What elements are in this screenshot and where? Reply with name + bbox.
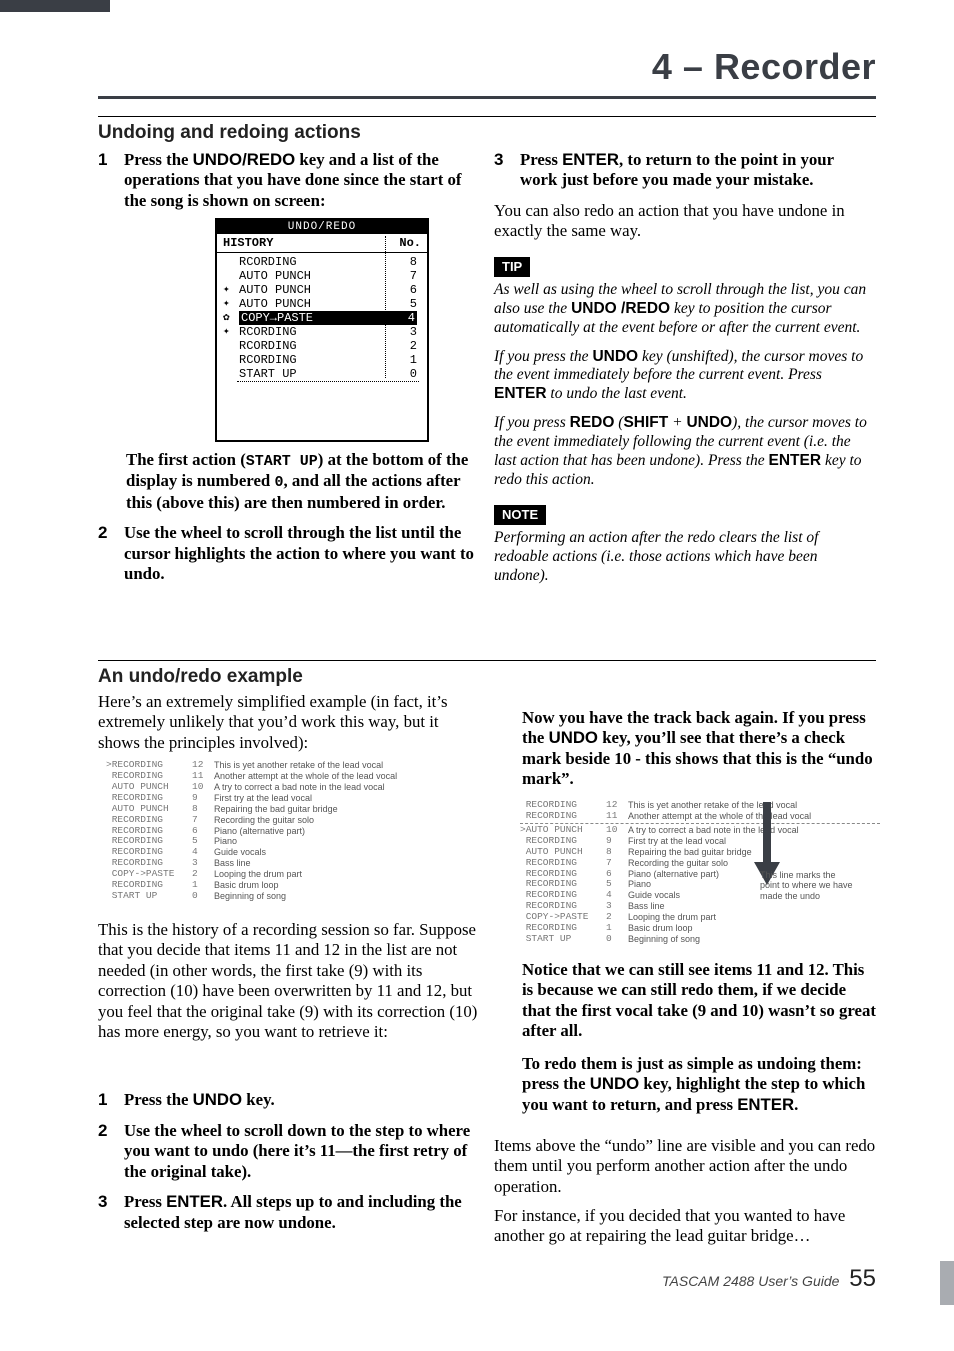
t: Press (520, 150, 562, 169)
history-row: RECORDING11Another attempt at the whole … (520, 811, 880, 822)
callout-text: This line marks the point to where we ha… (760, 870, 880, 901)
history-row: RECORDING7Recording the guitar solo (520, 858, 880, 869)
device-row: AUTO PUNCH7 (217, 269, 427, 283)
device-header: HISTORY No. (217, 234, 427, 253)
history-row: START UP0Beginning of song (520, 934, 880, 945)
sec2-step1: 1Press the UNDO key. (98, 1090, 480, 1111)
key: ENTER (562, 150, 619, 169)
step-number: 3 (494, 150, 512, 171)
mono: START UP (246, 453, 318, 470)
chapter-rule (98, 96, 876, 99)
sec2-right-p4: Items above the “undo” line are visible … (494, 1136, 876, 1197)
history-row: RECORDING7Recording the guitar solo (106, 815, 486, 826)
tip-badge: TIP (494, 257, 530, 277)
history-row: RECORDING4Guide vocals (106, 847, 486, 858)
device-row: RCORDING2 (217, 339, 427, 353)
section1-title: Undoing and redoing actions (98, 122, 361, 144)
history-list-1: >RECORDING12This is yet another retake o… (106, 760, 486, 902)
edge-tab (940, 1261, 954, 1305)
device-title: UNDO/REDO (217, 220, 427, 234)
device-row: RCORDING1 (217, 353, 427, 367)
device-row: ✦RCORDING3 (217, 325, 427, 339)
sec1-right-text: You can also redo an action that you hav… (494, 201, 876, 242)
key: UNDO/REDO (193, 150, 296, 169)
history-row: RECORDING5Piano (106, 836, 486, 847)
undo-redo-screen: UNDO/REDO HISTORY No. RCORDING8AUTO PUNC… (215, 218, 429, 442)
t: Use the wheel to scroll through the list… (124, 523, 474, 584)
note-badge: NOTE (494, 505, 546, 525)
sec2-para2: This is the history of a recording sessi… (98, 920, 480, 1043)
history-row: AUTO PUNCH8Repairing the bad guitar brid… (106, 804, 486, 815)
tip1: As well as using the wheel to scroll thr… (494, 281, 876, 338)
device-row: ✿COPY→PASTE4 (217, 311, 427, 325)
device-row: START UP0 (217, 367, 427, 381)
sec2-right-p2: Notice that we can still see items 11 an… (522, 960, 876, 1042)
history-row: RECORDING1Basic drum loop (106, 880, 486, 891)
footer-guide: TASCAM 2488 User’s Guide (662, 1273, 839, 1289)
sec2-step3: 3Press ENTER. All steps up to and includ… (98, 1192, 480, 1233)
footer-page: 55 (849, 1265, 876, 1292)
sec1-step2: 2 Use the wheel to scroll through the lis… (98, 523, 480, 584)
section-rule-2 (98, 660, 876, 661)
page-footer: TASCAM 2488 User’s Guide 55 (662, 1265, 876, 1293)
tip2: If you press the UNDO key (unshifted), t… (494, 348, 876, 405)
sec2-intro: Here’s an extremely simplified example (… (98, 692, 480, 753)
t: The first action ( (126, 450, 246, 469)
step-number: 2 (98, 523, 116, 544)
device-row: ✦AUTO PUNCH6 (217, 283, 427, 297)
note1: Performing an action after the redo clea… (494, 529, 876, 586)
history-row: COPY->PASTE2Looping the drum part (106, 869, 486, 880)
device-row: RCORDING8 (217, 255, 427, 269)
page-notch (0, 0, 110, 12)
device-rows: RCORDING8AUTO PUNCH7✦AUTO PUNCH6✦AUTO PU… (217, 253, 427, 384)
sec2-right-p5: For instance, if you decided that you wa… (494, 1206, 876, 1247)
history-row: RECORDING1Basic drum loop (520, 923, 880, 934)
device-hdr-history: HISTORY (223, 236, 399, 250)
history-row: RECORDING6Piano (alternative part) (106, 826, 486, 837)
sec2-right-intro: Now you have the track back again. If yo… (522, 708, 876, 790)
step-number: 1 (98, 150, 116, 171)
tip3: If you press REDO (SHIFT + UNDO), the cu… (494, 414, 876, 490)
section2-title: An undo/redo example (98, 666, 303, 688)
t: Press the (124, 150, 193, 169)
sec2-right-p3: To redo them is just as simple as undoin… (522, 1054, 876, 1115)
sec2-step2: 2Use the wheel to scroll down to the ste… (98, 1121, 480, 1182)
history-row: AUTO PUNCH8Repairing the bad guitar brid… (520, 847, 880, 858)
section-rule-1 (98, 116, 876, 117)
sec1-step3: 3Press ENTER, to return to the point in … (494, 150, 876, 191)
history-row: >RECORDING12This is yet another retake o… (106, 760, 486, 771)
history-row: START UP0Beginning of song (106, 891, 486, 902)
device-hdr-no: No. (399, 236, 421, 250)
sec1-after-device: The first action (START UP) at the botto… (98, 450, 480, 513)
sec1-step1: 1Press the UNDO/REDO key and a list of t… (98, 150, 480, 211)
device-row: ✦AUTO PUNCH5 (217, 297, 427, 311)
history-row: AUTO PUNCH10A try to correct a bad note … (106, 782, 486, 793)
chapter-title: 4 – Recorder (652, 46, 876, 88)
